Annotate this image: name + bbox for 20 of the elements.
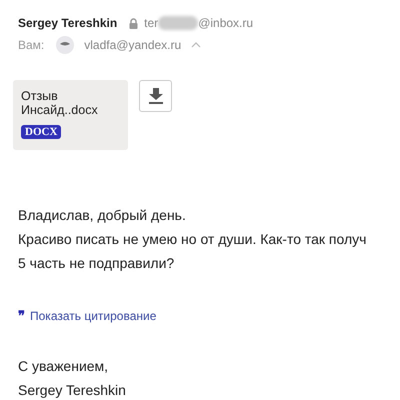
show-quote-link[interactable]: ❞ Показать цитирование bbox=[18, 308, 156, 323]
signature-text: С уважением, bbox=[18, 357, 110, 375]
message-text: 5 часть не подправили? bbox=[18, 254, 176, 272]
file-name: Инсайд..docx bbox=[21, 103, 99, 117]
recipient-email: vladfa@yandex.ru bbox=[84, 38, 182, 52]
file-name: Отзыв bbox=[21, 89, 59, 103]
lock-icon bbox=[129, 18, 138, 28]
download-button[interactable] bbox=[139, 80, 172, 112]
signature-text: Sergey Tereshkin bbox=[18, 381, 127, 399]
to-label: Вам: bbox=[18, 38, 44, 52]
redaction-blur bbox=[158, 16, 198, 30]
file-type-badge: DOCX bbox=[21, 125, 62, 139]
download-icon bbox=[148, 88, 162, 104]
sender-name: Sergey Tereshkin bbox=[18, 16, 118, 30]
message-text: Владислав, добрый день. bbox=[18, 206, 187, 224]
sender-email: ter bbox=[144, 16, 158, 30]
message-text: Красиво писать не умею но от души. Как-то так получ bbox=[18, 230, 368, 248]
sender-email: @inbox.ru bbox=[198, 16, 254, 30]
avatar-icon bbox=[56, 36, 74, 54]
attachment-card[interactable]: Отзыв Инсайд..docx DOCX bbox=[13, 80, 128, 150]
